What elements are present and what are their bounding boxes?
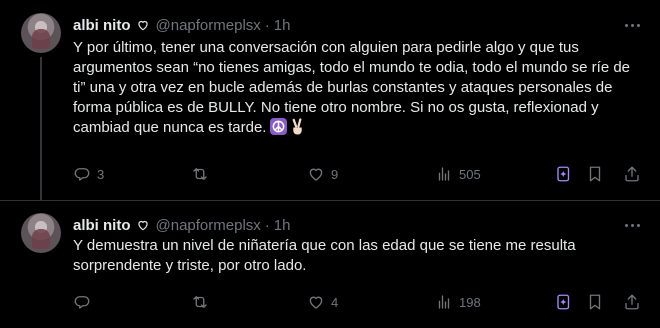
share-button[interactable] <box>623 161 641 187</box>
share-button[interactable] <box>623 289 641 315</box>
avatar[interactable] <box>21 13 61 53</box>
tweet-text: Y por último, tener una conversación con… <box>73 38 643 141</box>
repost-button[interactable] <box>191 289 215 315</box>
like-heart-icon <box>309 168 323 181</box>
view-count: 198 <box>459 294 481 310</box>
grok-button[interactable] <box>555 161 573 187</box>
bookmark-button[interactable] <box>586 161 604 187</box>
more-options-button[interactable] <box>622 216 642 234</box>
tweet-actions: 4 198 <box>73 289 648 315</box>
separator-dot: · <box>264 216 270 234</box>
tweet-text-content: Y demuestra un nivel de niñatería que co… <box>73 237 576 274</box>
avatar[interactable] <box>21 213 61 253</box>
bookmark-button[interactable] <box>586 289 604 315</box>
tweet-text: Y demuestra un nivel de niñatería que co… <box>73 236 643 276</box>
reply-icon <box>74 296 90 309</box>
repost-icon <box>193 168 207 180</box>
reply-icon <box>74 168 90 181</box>
tweet[interactable]: albi nito @napformeplsx · 1h Y por últim… <box>0 0 660 201</box>
like-button[interactable]: 4 <box>307 289 338 315</box>
view-count: 505 <box>459 166 481 182</box>
repost-button[interactable] <box>191 161 215 187</box>
share-icon <box>625 166 639 182</box>
grok-icon <box>557 294 570 310</box>
separator-dot: · <box>264 16 270 34</box>
reply-count: 3 <box>97 166 105 182</box>
peace-symbol-icon <box>270 118 288 135</box>
like-button[interactable]: 9 <box>307 161 338 187</box>
views-button[interactable]: 505 <box>435 161 481 187</box>
timestamp[interactable]: 1h <box>274 217 291 234</box>
author-name[interactable]: albi nito <box>73 17 131 34</box>
tweet-text-content: Y por último, tener una conversación con… <box>73 39 631 136</box>
tweet-actions: 3 9 505 <box>73 161 648 187</box>
grok-button[interactable] <box>555 289 573 315</box>
tweet-header: albi nito @napformeplsx · 1h <box>73 215 290 235</box>
bookmark-icon <box>589 166 601 182</box>
author-name[interactable]: albi nito <box>73 217 131 234</box>
victory-hand-icon <box>290 118 305 141</box>
like-count: 9 <box>331 166 339 182</box>
tweet[interactable]: albi nito @napformeplsx · 1h Y demuestra… <box>0 200 660 328</box>
views-chart-icon <box>438 295 450 309</box>
author-handle[interactable]: @napformeplsx <box>156 217 261 234</box>
heart-outline-icon <box>136 218 150 232</box>
thread-connector-line <box>40 57 42 200</box>
tweet-header: albi nito @napformeplsx · 1h <box>73 15 290 35</box>
share-icon <box>625 294 639 310</box>
views-button[interactable]: 198 <box>435 289 481 315</box>
repost-icon <box>193 296 207 308</box>
reply-button[interactable] <box>73 289 97 315</box>
views-chart-icon <box>438 167 450 181</box>
author-handle[interactable]: @napformeplsx <box>156 17 261 34</box>
heart-outline-icon <box>136 18 150 32</box>
like-count: 4 <box>331 294 339 310</box>
reply-button[interactable]: 3 <box>73 161 104 187</box>
more-options-button[interactable] <box>622 16 642 34</box>
grok-icon <box>557 166 570 182</box>
timestamp[interactable]: 1h <box>274 17 291 34</box>
like-heart-icon <box>309 296 323 309</box>
bookmark-icon <box>589 294 601 310</box>
